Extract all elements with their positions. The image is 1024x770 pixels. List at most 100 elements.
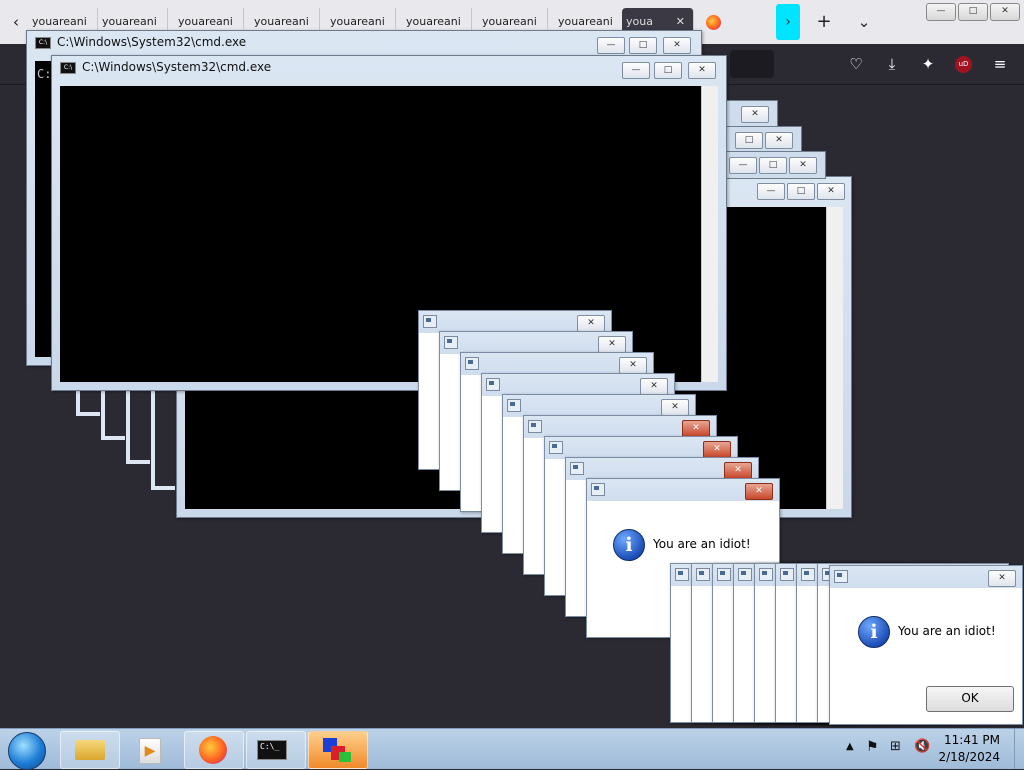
extensions-icon[interactable]: ✦ xyxy=(916,52,940,76)
download-icon[interactable]: ⤓ xyxy=(880,52,904,76)
window-title: C:\ C:\Windows\System32\cmd.exe xyxy=(35,35,246,53)
close-button[interactable]: ✕ xyxy=(688,62,716,79)
minimize-button[interactable]: — xyxy=(597,37,625,54)
window-close-button[interactable]: ✕ xyxy=(990,3,1020,21)
app-icon xyxy=(717,568,731,581)
app-icon xyxy=(465,357,479,370)
message-text: You are an idiot! xyxy=(898,624,996,638)
app-icon xyxy=(570,462,584,475)
maximize-button[interactable]: □ xyxy=(654,62,682,79)
taskbar-file-explorer[interactable] xyxy=(60,731,120,769)
window-maximize-button[interactable]: □ xyxy=(958,3,988,21)
action-center-flag-icon[interactable]: ⚑ xyxy=(866,739,879,755)
ublock-icon[interactable]: uD xyxy=(955,56,972,73)
close-button[interactable]: ✕ xyxy=(661,399,689,416)
app-icon xyxy=(423,315,437,328)
taskbar: ▶ C:\_ ▲ ⚑ ⊞ 🔇 11:41 PM 2/18/2024 xyxy=(0,728,1024,770)
file-explorer-icon xyxy=(75,740,105,760)
start-button[interactable] xyxy=(8,732,46,770)
tab-label: youareani xyxy=(558,15,613,28)
message-text: You are an idiot! xyxy=(653,537,751,551)
close-button[interactable]: ✕ xyxy=(741,106,769,123)
close-button[interactable]: ✕ xyxy=(682,420,710,437)
tab-label: youareani xyxy=(406,15,461,28)
maximize-button[interactable]: □ xyxy=(787,183,815,200)
app-icon xyxy=(507,399,521,412)
app-icon xyxy=(444,336,458,349)
volume-muted-icon[interactable]: 🔇 xyxy=(914,739,930,754)
window-title: C:\ C:\Windows\System32\cmd.exe xyxy=(60,60,271,78)
ok-button[interactable]: OK xyxy=(926,686,1014,712)
maximize-button[interactable]: □ xyxy=(759,157,787,174)
minimize-button[interactable]: — xyxy=(622,62,650,79)
list-all-tabs-icon[interactable]: › xyxy=(776,4,800,40)
close-button[interactable]: ✕ xyxy=(745,483,773,500)
show-hidden-icons-icon[interactable]: ▲ xyxy=(846,741,854,752)
close-button[interactable]: ✕ xyxy=(724,462,752,479)
app-icon xyxy=(759,568,773,581)
new-tab-icon[interactable]: + xyxy=(812,10,836,34)
close-button[interactable]: ✕ xyxy=(598,336,626,353)
close-button[interactable]: ✕ xyxy=(703,441,731,458)
maximize-button[interactable]: □ xyxy=(629,37,657,54)
firefox-icon xyxy=(706,15,721,30)
close-button[interactable]: ✕ xyxy=(817,183,845,200)
app-icon xyxy=(780,568,794,581)
minimize-button[interactable]: — xyxy=(757,183,785,200)
tab-label: youareani xyxy=(254,15,309,28)
info-icon: i xyxy=(613,529,645,561)
app-icon xyxy=(801,568,815,581)
cmd-window-titlebar-fragment: □ ✕ xyxy=(720,126,802,154)
tab-label: youareani xyxy=(102,15,157,28)
maximize-button[interactable]: □ xyxy=(735,132,763,149)
url-bar-end[interactable] xyxy=(730,50,774,78)
app-icon xyxy=(549,441,563,454)
app-icon xyxy=(738,568,752,581)
minimize-button[interactable]: — xyxy=(729,157,757,174)
close-button[interactable]: ✕ xyxy=(577,315,605,332)
tab-label: youa xyxy=(626,15,653,28)
tab-label: youareani xyxy=(482,15,537,28)
scrollbar[interactable] xyxy=(701,86,718,382)
app-icon xyxy=(591,483,605,496)
taskbar-media-player[interactable]: ▶ xyxy=(122,731,182,769)
app-icon xyxy=(528,420,542,433)
menu-icon[interactable]: ≡ xyxy=(988,52,1012,76)
app-icon xyxy=(675,568,689,581)
cmd-icon: C:\ xyxy=(35,36,51,49)
show-desktop-button[interactable] xyxy=(1014,729,1024,769)
close-button[interactable]: ✕ xyxy=(789,157,817,174)
info-icon: i xyxy=(858,616,890,648)
taskbar-paint[interactable] xyxy=(308,731,368,769)
paint3d-shape xyxy=(339,752,351,762)
cmd-window-titlebar-fragment: — □ ✕ xyxy=(720,151,826,179)
tab-label: youareani xyxy=(32,15,87,28)
cmd-window-titlebar-fragment: ✕ xyxy=(720,100,778,128)
taskbar-cmd[interactable]: C:\_ xyxy=(246,731,306,769)
back-icon[interactable]: ‹ xyxy=(4,10,28,34)
taskbar-date[interactable]: 2/18/2024 xyxy=(938,750,1000,764)
close-button[interactable]: ✕ xyxy=(663,37,691,54)
media-player-icon: ▶ xyxy=(139,738,161,764)
app-icon xyxy=(486,378,500,391)
network-icon[interactable]: ⊞ xyxy=(890,739,901,754)
tab-label: youareani xyxy=(178,15,233,28)
close-button[interactable]: ✕ xyxy=(619,357,647,374)
cmd-icon: C:\_ xyxy=(257,740,287,760)
window-minimize-button[interactable]: — xyxy=(926,3,956,21)
taskbar-firefox[interactable] xyxy=(184,731,244,769)
app-icon xyxy=(696,568,710,581)
scrollbar[interactable] xyxy=(826,207,843,509)
console-prompt: C: xyxy=(37,67,52,81)
close-button[interactable]: ✕ xyxy=(765,132,793,149)
tab-label: youareani xyxy=(330,15,385,28)
close-button[interactable]: ✕ xyxy=(640,378,668,395)
firefox-icon xyxy=(199,736,227,764)
tab-list-chevron-icon[interactable]: ⌄ xyxy=(852,10,876,34)
close-button[interactable]: ✕ xyxy=(988,570,1016,587)
app-icon xyxy=(834,570,848,583)
cmd-icon: C:\ xyxy=(60,61,76,74)
taskbar-time[interactable]: 11:41 PM xyxy=(944,733,1000,747)
pocket-icon[interactable]: ♡ xyxy=(844,52,868,76)
message-box-corner[interactable]: ✕ i You are an idiot! OK xyxy=(829,565,1023,725)
